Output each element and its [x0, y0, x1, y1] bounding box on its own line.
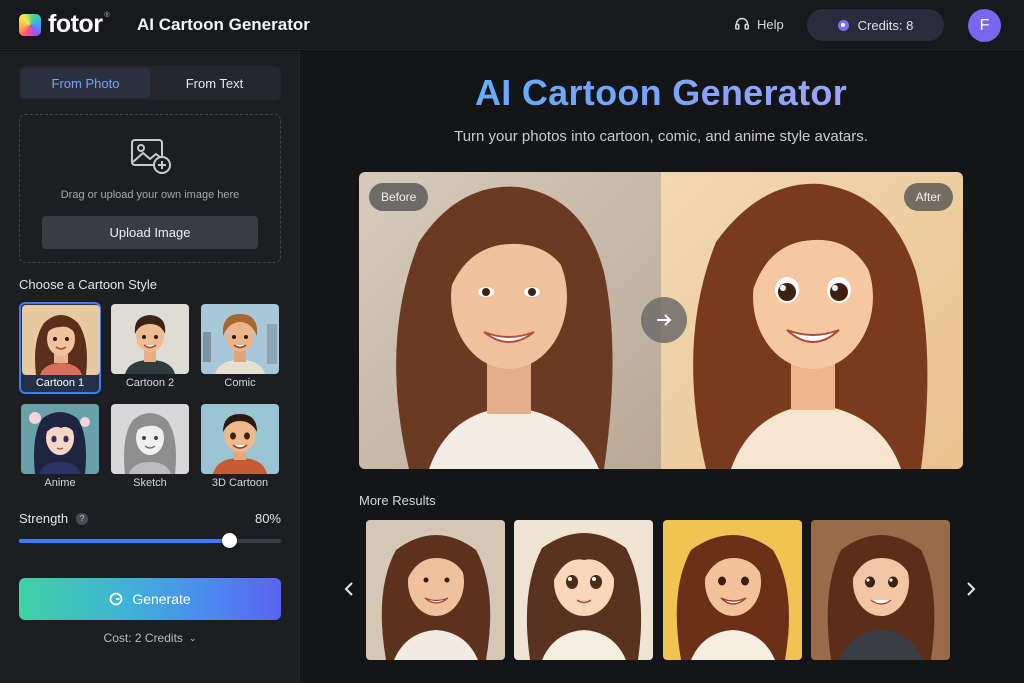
style-thumbnail: [111, 404, 189, 474]
cost-dropdown[interactable]: Cost: 2 Credits ⌄: [19, 631, 281, 645]
style-label: Cartoon 1: [35, 377, 85, 389]
style-thumbnail: [21, 404, 99, 474]
style-label: Comic: [224, 377, 256, 389]
logo-trademark: ®: [104, 12, 110, 19]
style-thumbnail: [22, 305, 100, 375]
upload-image-button[interactable]: Upload Image: [42, 216, 258, 249]
page-subtitle: Turn your photos into cartoon, comic, an…: [454, 128, 868, 145]
result-thumbnail[interactable]: [811, 520, 950, 660]
style-option-comic[interactable]: Comic: [199, 302, 281, 394]
tab-from-photo[interactable]: From Photo: [21, 68, 150, 98]
strength-slider[interactable]: [19, 533, 281, 548]
credits-button[interactable]: Credits: 8: [807, 9, 944, 41]
help-label: Help: [757, 16, 784, 32]
style-label: Anime: [44, 477, 76, 489]
style-thumbnail: [201, 304, 279, 374]
more-results-gallery: [366, 520, 954, 660]
generate-label: Generate: [132, 591, 191, 607]
style-option-3d-cartoon[interactable]: 3D Cartoon: [199, 402, 281, 494]
strength-slider-handle[interactable]: [221, 533, 237, 548]
logo-text: fotor: [48, 10, 103, 38]
chevron-right-icon: [967, 582, 976, 596]
app-title: AI Cartoon Generator: [137, 15, 310, 34]
generate-icon: [109, 592, 123, 606]
cost-label: Cost: 2 Credits: [103, 631, 183, 645]
after-image: After: [661, 172, 963, 469]
upload-dropzone[interactable]: Drag or upload your own image here Uploa…: [19, 114, 281, 263]
results-next-button[interactable]: [961, 578, 981, 600]
help-question-icon[interactable]: ?: [76, 512, 89, 525]
before-after-comparison: Before After: [359, 172, 963, 469]
strength-label-group: Strength ?: [19, 511, 89, 526]
sidebar-panel: From Photo From Text Drag or upload your…: [0, 51, 300, 683]
results-prev-button[interactable]: [339, 578, 359, 600]
before-label: Before: [369, 183, 429, 211]
top-bar: fotor ® AI Cartoon Generator Help Credit…: [0, 0, 1024, 50]
more-results-label: More Results: [359, 493, 436, 508]
image-add-icon: [131, 139, 171, 174]
strength-slider-fill: [19, 539, 229, 543]
headset-icon: [735, 17, 749, 30]
before-image: Before: [359, 172, 661, 469]
style-option-anime[interactable]: Anime: [19, 402, 101, 494]
generate-button[interactable]: Generate: [19, 578, 281, 620]
credits-label: Credits: 8: [857, 17, 914, 33]
style-thumbnail: [111, 304, 189, 374]
style-option-cartoon-2[interactable]: Cartoon 2: [109, 302, 191, 394]
upload-hint: Drag or upload your own image here: [60, 189, 240, 201]
style-label: 3D Cartoon: [211, 477, 269, 489]
fotor-logo[interactable]: fotor ®: [19, 12, 110, 37]
compare-arrow-button[interactable]: [641, 297, 687, 343]
fotor-logo-mark: [19, 13, 41, 36]
style-label: Cartoon 2: [125, 377, 175, 389]
result-thumbnail[interactable]: [514, 520, 653, 660]
arrow-right-icon: [657, 314, 672, 326]
style-label: Sketch: [133, 477, 167, 489]
tab-from-text[interactable]: From Text: [150, 68, 279, 98]
user-avatar[interactable]: F: [968, 9, 1001, 42]
style-option-sketch[interactable]: Sketch: [109, 402, 191, 494]
source-tabs: From Photo From Text: [19, 66, 281, 100]
style-thumbnail: [201, 404, 279, 474]
result-thumbnail[interactable]: [366, 520, 505, 660]
style-section-label: Choose a Cartoon Style: [19, 277, 158, 292]
chevron-down-icon: ⌄: [188, 633, 197, 643]
help-button[interactable]: Help: [734, 16, 784, 32]
after-label: After: [903, 183, 953, 211]
strength-value: 80%: [254, 511, 281, 526]
chevron-left-icon: [344, 582, 353, 596]
strength-label: Strength: [19, 511, 69, 526]
page-title: AI Cartoon Generator: [358, 72, 964, 114]
result-thumbnail[interactable]: [663, 520, 802, 660]
style-option-cartoon-1[interactable]: Cartoon 1: [19, 302, 101, 394]
credit-coin-icon: [837, 19, 849, 31]
